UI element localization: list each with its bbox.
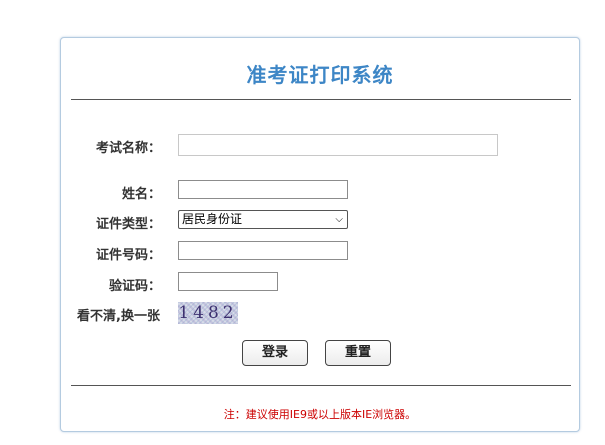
captcha-label: 验证码： — [109, 279, 162, 294]
name-label: 姓名： — [122, 187, 162, 202]
page-title: 准考证打印系统 — [246, 63, 394, 87]
browser-note: 注：建议使用IE9或以上版本IE浏览器。 — [223, 408, 417, 421]
refresh-captcha-link[interactable]: 看不清,换一张 — [77, 305, 160, 324]
footer-divider — [71, 385, 571, 386]
id-number-field[interactable] — [178, 241, 348, 260]
id-number-label: 证件号码： — [96, 248, 162, 263]
login-panel: 准考证打印系统 考试名称： 姓名： 证件类型： 居民身份证 ⌵ 证件号码： 验证… — [60, 37, 580, 432]
reset-button[interactable]: 重置 — [325, 340, 391, 366]
captcha-field[interactable] — [178, 272, 278, 291]
id-type-select[interactable]: 居民身份证 ⌵ — [178, 210, 348, 229]
name-field[interactable] — [178, 180, 348, 199]
login-button[interactable]: 登录 — [242, 340, 308, 366]
captcha-image[interactable]: 1482 — [178, 302, 238, 324]
exam-name-field[interactable] — [178, 134, 498, 156]
exam-name-label: 考试名称： — [96, 141, 162, 156]
chevron-down-icon: ⌵ — [335, 214, 343, 225]
id-type-label: 证件类型： — [96, 217, 162, 232]
title-divider — [71, 99, 571, 100]
id-type-selected-value: 居民身份证 — [182, 212, 243, 226]
